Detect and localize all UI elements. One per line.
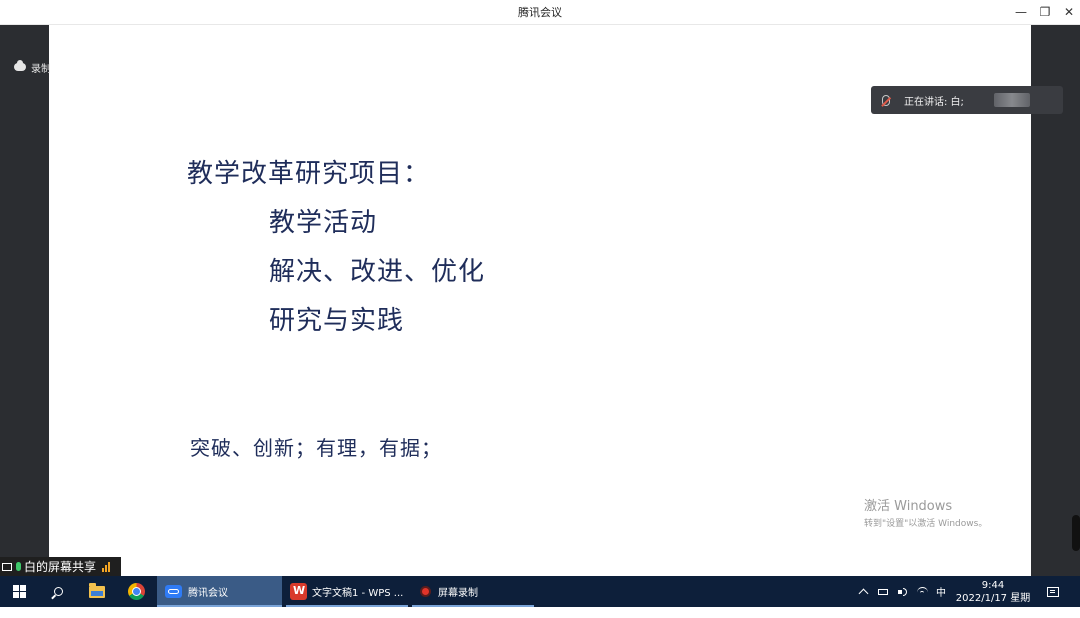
activation-watermark: 激活 Windows 转到"设置"以激活 Windows。: [864, 495, 987, 529]
slide-line: 解决、改进、优化: [269, 257, 486, 287]
slide-footer: 突破、创新；有理，有据；: [190, 436, 442, 460]
close-button[interactable]: ✕: [1059, 3, 1079, 21]
clock-date: 2022/1/17 星期一: [955, 593, 1031, 617]
windows-icon: [13, 585, 26, 598]
file-explorer-button[interactable]: [79, 576, 115, 607]
wifi-icon: [917, 586, 928, 597]
slide-title: 教学改革研究项目：: [187, 159, 431, 189]
chrome-icon: [127, 583, 145, 600]
search-icon: [53, 587, 63, 596]
taskbar-app-screen-record[interactable]: 屏幕录制: [412, 576, 534, 607]
search-button[interactable]: [40, 576, 76, 607]
taskbar-app-label: 屏幕录制: [438, 588, 478, 599]
tencent-meeting-icon: [165, 585, 182, 598]
action-center-button[interactable]: [1047, 576, 1059, 607]
scrollbar-thumb[interactable]: [1072, 515, 1080, 551]
restore-button[interactable]: ❐: [1035, 3, 1055, 21]
title-bar: 腾讯会议 — ❐ ✕: [0, 0, 1080, 25]
window-title: 腾讯会议: [518, 6, 562, 19]
watermark-line1: 激活 Windows: [864, 499, 953, 514]
blurred-name: [993, 93, 1030, 107]
network-button[interactable]: [917, 576, 928, 607]
speaking-label: 正在讲话: 白;: [904, 96, 964, 108]
chevron-up-icon: [858, 588, 869, 599]
taskbar-app-wps[interactable]: 文字文稿1 - WPS ...: [286, 576, 408, 607]
watermark-line2: 转到"设置"以激活 Windows。: [864, 519, 988, 529]
screen-icon: [2, 562, 12, 571]
notification-icon: [1047, 586, 1059, 597]
screen-share-label[interactable]: 白的屏幕共享: [0, 557, 121, 576]
mic-icon: [16, 562, 21, 571]
share-label-text: 白的屏幕共享: [24, 560, 97, 574]
folder-icon: [89, 582, 105, 598]
clock[interactable]: 9:44 2022/1/17 星期一: [952, 579, 1034, 618]
slide-line: 研究与实践: [269, 306, 405, 336]
show-hidden-icons-button[interactable]: [858, 576, 869, 607]
volume-button[interactable]: [898, 576, 908, 607]
cloud-icon: [14, 60, 26, 71]
chrome-button[interactable]: [118, 576, 154, 607]
clock-time: 9:44: [981, 580, 1005, 591]
signal-icon: [102, 561, 111, 572]
speaker-icon: [898, 587, 908, 597]
screen-record-icon: [420, 586, 431, 597]
left-side-panel: [0, 25, 49, 576]
wps-writer-icon: [290, 583, 307, 600]
minimize-button[interactable]: —: [1011, 3, 1031, 21]
taskbar: 腾讯会议 文字文稿1 - WPS ... 屏幕录制 中 9:44 2022/1/…: [0, 576, 1080, 617]
speaking-indicator: 正在讲话: 白;: [871, 86, 1063, 114]
battery-icon: [878, 588, 888, 595]
start-button[interactable]: [0, 576, 40, 607]
muted-mic-icon: [882, 94, 890, 106]
taskbar-app-tencent-meeting[interactable]: 腾讯会议: [157, 576, 282, 607]
battery-button[interactable]: [878, 576, 888, 607]
taskbar-app-label: 腾讯会议: [188, 588, 228, 599]
ime-indicator[interactable]: 中: [936, 576, 946, 607]
slide-line: 教学活动: [269, 208, 378, 238]
taskbar-app-label: 文字文稿1 - WPS ...: [312, 588, 404, 599]
